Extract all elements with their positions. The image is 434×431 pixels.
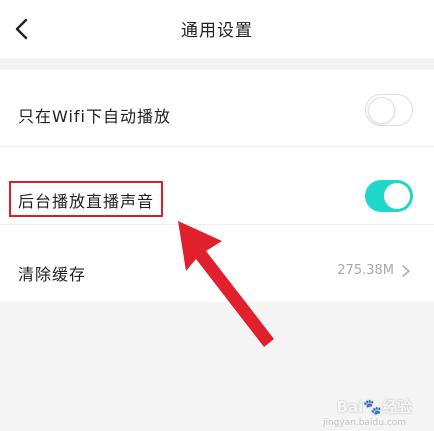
page-title: 通用设置 — [181, 21, 253, 41]
nav-bar: 通用设置 — [0, 0, 434, 58]
watermark-brand-suffix: 经验 — [381, 398, 412, 416]
setting-row-wifi-autoplay[interactable]: 只在Wifi下自动播放 — [0, 70, 434, 147]
background-audio-toggle[interactable] — [365, 180, 413, 212]
chevron-right-icon — [402, 265, 410, 277]
divider — [0, 146, 434, 147]
setting-label: 只在Wifi下自动播放 — [18, 107, 171, 126]
highlight-box-annotation — [9, 181, 163, 217]
cache-size-value: 275.38M — [337, 263, 394, 278]
watermark-logo: Bai🐾经验 — [337, 396, 412, 417]
setting-label: 清除缓存 — [18, 265, 87, 284]
toggle-knob — [384, 183, 410, 209]
watermark-url: jingyan.baidu.com — [322, 418, 406, 428]
screen: 通用设置 只在Wifi下自动播放 后台播放直播声音 清除缓存 275.38M B… — [0, 0, 434, 431]
paw-icon: 🐾 — [363, 398, 382, 416]
watermark-brand: Bai — [336, 398, 364, 416]
wifi-autoplay-toggle[interactable] — [365, 94, 413, 126]
arrow-annotation-icon — [178, 221, 274, 347]
toggle-knob — [368, 97, 395, 124]
